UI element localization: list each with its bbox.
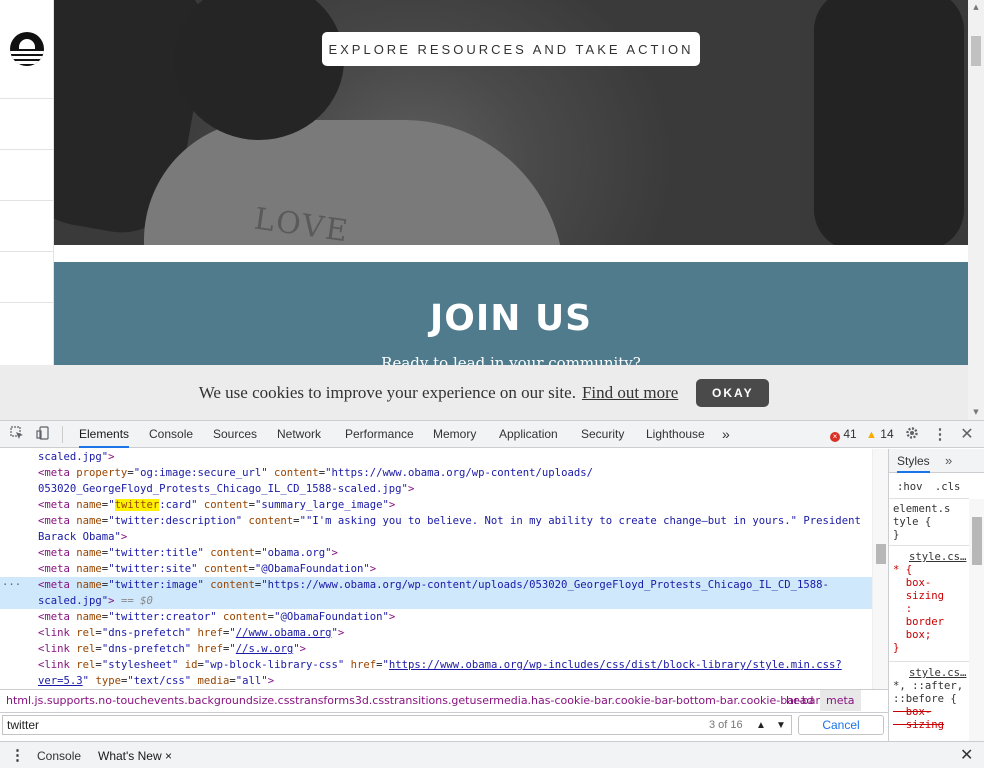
dom-line[interactable]: <meta name="twitter:title" content="obam… (0, 545, 872, 561)
error-count: 41 (843, 427, 857, 441)
left-nav-rail (0, 0, 54, 365)
tab-application[interactable]: Application (499, 421, 558, 448)
kebab-menu-icon[interactable]: ⋮ (931, 426, 949, 443)
rail-divider (0, 200, 54, 201)
element-style-rule[interactable]: element.s tyle { } (893, 503, 950, 542)
search-cancel-button[interactable]: Cancel (798, 715, 884, 735)
cls-toggle[interactable]: .cls (935, 481, 961, 493)
devtools-tab-bar: Elements Console Sources Network Perform… (0, 421, 984, 448)
search-match-count: 3 of 16 (709, 719, 743, 731)
close-tab-icon[interactable]: × (165, 749, 172, 763)
cookie-message: We use cookies to improve your experienc… (198, 382, 576, 402)
drawer-tab-console[interactable]: Console (37, 742, 81, 768)
tab-styles[interactable]: Styles (897, 449, 930, 473)
obama-foundation-logo-icon[interactable] (10, 32, 44, 66)
scroll-down-arrow-icon[interactable]: ▼ (968, 405, 984, 419)
tab-network[interactable]: Network (277, 421, 321, 448)
cookie-okay-button[interactable]: OKAY (696, 378, 770, 407)
scroll-up-arrow-icon[interactable]: ▲ (968, 0, 984, 14)
dom-line[interactable]: <meta name="twitter:description" content… (0, 513, 872, 529)
drawer-tab-whats-new[interactable]: What's New × (98, 742, 172, 768)
dom-line[interactable]: <link rel="stylesheet" id="wp-block-libr… (0, 657, 872, 673)
rail-divider (0, 149, 54, 150)
tab-security[interactable]: Security (581, 421, 624, 448)
tab-sources[interactable]: Sources (213, 421, 257, 448)
dom-line[interactable]: <link rel="dns-prefetch" href="//www.oba… (0, 625, 872, 641)
device-toggle-icon[interactable] (34, 426, 52, 443)
elements-scrollbar[interactable] (872, 449, 888, 689)
drawer-tab-bar: ⋮ Console What's New × ✕ (0, 741, 984, 768)
dom-line[interactable]: Barack Obama"> (0, 529, 872, 545)
close-devtools-icon[interactable]: ✕ (958, 426, 976, 443)
dom-line-selected[interactable]: scaled.jpg"> == $0 (0, 593, 872, 609)
styles-pane: Styles » :hov .cls element.s tyle { } st… (888, 449, 984, 741)
search-prev-chevron-up-icon[interactable]: ▲ (752, 717, 770, 733)
dom-line[interactable]: <link rel="dns-prefetch" href="//s.w.org… (0, 641, 872, 657)
rail-divider (0, 251, 54, 252)
tab-lighthouse[interactable]: Lighthouse (646, 421, 705, 448)
dom-line[interactable]: <meta property="og:image:secure_url" con… (0, 465, 872, 481)
dom-line[interactable]: <meta name="twitter:creator" content="@O… (0, 609, 872, 625)
dom-line[interactable]: ver=5.3" type="text/css" media="all"> (0, 673, 872, 689)
styles-more-chevron-icon[interactable]: » (945, 449, 952, 473)
styles-filter-row: :hov .cls (889, 475, 969, 499)
breadcrumb-head[interactable]: head (786, 690, 813, 711)
settings-gear-icon[interactable] (903, 426, 921, 443)
rail-divider (0, 302, 54, 303)
page-scrollbar-thumb[interactable] (971, 36, 981, 66)
close-drawer-icon[interactable]: ✕ (960, 742, 973, 768)
tab-performance[interactable]: Performance (345, 421, 414, 448)
tab-memory[interactable]: Memory (433, 421, 476, 448)
more-tabs-chevron-icon[interactable]: » (722, 421, 730, 448)
dom-line[interactable]: 053020_GeorgeFloyd_Protests_Chicago_IL_C… (0, 481, 872, 497)
join-us-section: JOIN US Ready to lead in your community? (54, 262, 968, 372)
tab-elements[interactable]: Elements (79, 421, 130, 448)
pseudo-rule-selector[interactable]: *, ::after, ::before { (893, 680, 963, 706)
overridden-property[interactable]: box- sizing (893, 706, 944, 732)
styles-scrollbar[interactable] (969, 499, 984, 741)
inspect-icon[interactable] (8, 426, 26, 443)
devtools-panel: Elements Console Sources Network Perform… (0, 420, 984, 768)
drawer-menu-kebab-icon[interactable]: ⋮ (10, 742, 25, 768)
page-viewport: LOVE EXPLORE RESOURCES AND TAKE ACTION J… (0, 0, 984, 420)
breadcrumb-meta[interactable]: meta (820, 690, 861, 711)
universal-rule[interactable]: * { box- sizing : border box; } (893, 564, 944, 655)
rule-source-link[interactable]: style.cs… (909, 667, 966, 680)
search-next-chevron-down-icon[interactable]: ▼ (772, 717, 790, 733)
hov-toggle[interactable]: :hov (897, 481, 923, 493)
warning-count: 14 (880, 427, 894, 441)
explore-resources-button[interactable]: EXPLORE RESOURCES AND TAKE ACTION (322, 32, 700, 66)
elements-scrollbar-thumb[interactable] (876, 544, 886, 564)
page-scrollbar[interactable]: ▲ ▼ (968, 0, 984, 420)
dom-search-input[interactable] (2, 715, 792, 735)
error-icon: × (830, 432, 840, 442)
dom-line[interactable]: <meta name="twitter:site" content="@Obam… (0, 561, 872, 577)
find-out-more-link[interactable]: Find out more (582, 383, 678, 403)
styles-header: Styles » (889, 449, 984, 473)
dom-line[interactable]: <meta name="twitter:card" content="summa… (0, 497, 872, 513)
dom-search-bar: 3 of 16 ▲ ▼ Cancel (0, 712, 888, 736)
cookie-bar: We use cookies to improve your experienc… (0, 365, 968, 420)
rule-source-link[interactable]: style.cs… (909, 551, 966, 564)
dom-line-selected[interactable]: ··· <meta name="twitter:image" content="h… (0, 577, 872, 593)
join-us-title: JOIN US (429, 298, 593, 339)
issues-badge[interactable]: × 41 ▲ 14 (830, 421, 894, 448)
dom-breadcrumb: html.js.supports.no-touchevents.backgrou… (0, 689, 888, 711)
warning-icon: ▲ (866, 429, 877, 441)
styles-scrollbar-thumb[interactable] (972, 517, 982, 565)
breadcrumb-html[interactable]: html.js.supports.no-touchevents.backgrou… (6, 690, 820, 711)
rail-divider (0, 98, 54, 99)
tab-console[interactable]: Console (149, 421, 193, 448)
elements-tree: scaled.jpg"> <meta property="og:image:se… (0, 449, 888, 689)
dom-line[interactable]: scaled.jpg"> (0, 449, 872, 465)
